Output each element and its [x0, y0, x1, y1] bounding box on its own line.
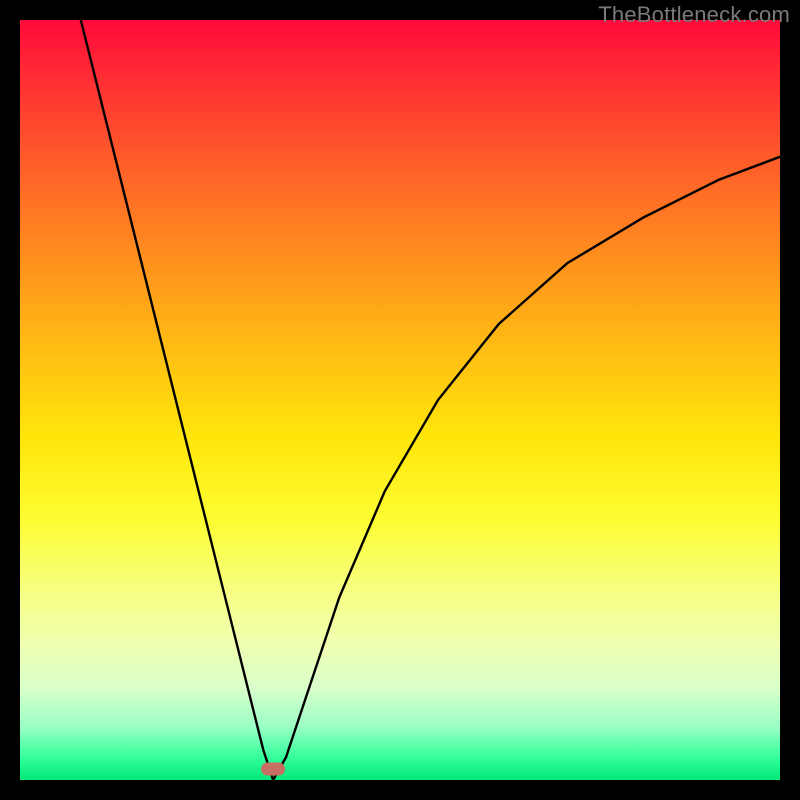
optimal-point-marker [261, 763, 285, 776]
plot-area [20, 20, 780, 780]
bottleneck-curve [20, 20, 780, 780]
watermark-text: TheBottleneck.com [598, 2, 790, 28]
